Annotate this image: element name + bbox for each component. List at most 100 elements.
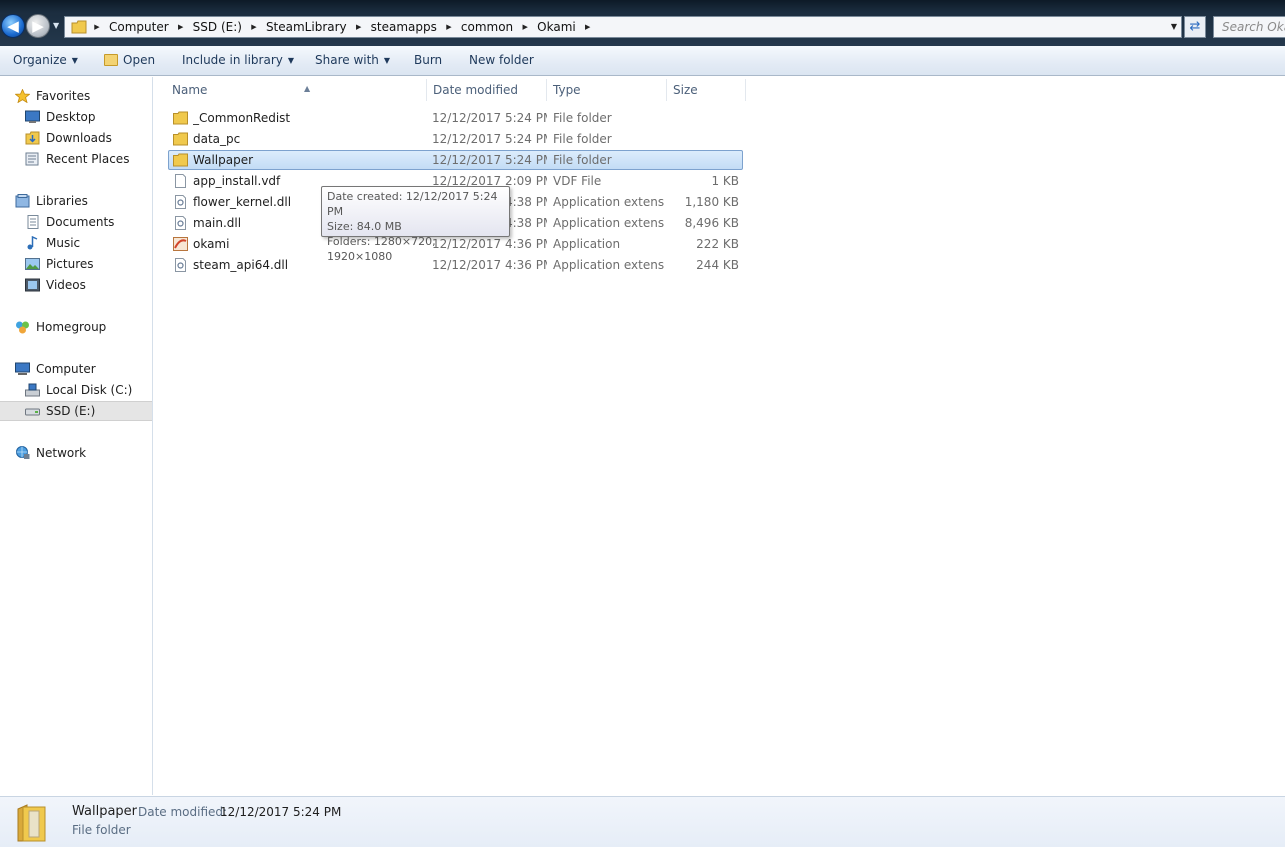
nav-recent-places[interactable]: Recent Places: [0, 149, 152, 169]
folder-icon: [173, 153, 188, 167]
file-date: 12/12/2017 5:24 PM: [432, 111, 547, 125]
chevron-right-icon[interactable]: ▶: [173, 23, 189, 31]
table-row[interactable]: data_pc 12/12/2017 5:24 PM File folder: [169, 129, 743, 149]
file-size: 222 KB: [696, 237, 739, 251]
column-header-type[interactable]: Type: [547, 79, 667, 101]
search-input[interactable]: Search Okami: [1213, 16, 1285, 38]
nav-network[interactable]: Network: [0, 443, 152, 463]
libraries-icon: [15, 194, 30, 208]
tooltip-size: Size: 84.0 MB: [327, 220, 402, 233]
open-button[interactable]: Open: [104, 53, 155, 67]
folder-icon: [71, 20, 87, 34]
nav-computer-label: Computer: [36, 362, 96, 376]
nav-videos-label: Videos: [46, 278, 86, 292]
chevron-right-icon[interactable]: ▶: [351, 23, 367, 31]
nav-music[interactable]: Music: [0, 233, 152, 253]
chevron-right-icon[interactable]: ▶: [580, 23, 596, 31]
file-name: data_pc: [193, 132, 241, 146]
address-dropdown-icon[interactable]: ▼: [1171, 22, 1177, 31]
nav-favorites[interactable]: Favorites: [0, 86, 152, 106]
include-in-library-button[interactable]: Include in library ▼: [182, 53, 294, 67]
burn-button[interactable]: Burn: [414, 53, 442, 67]
details-date-label: Date modified:: [138, 805, 228, 819]
refresh-button[interactable]: ⇄: [1184, 16, 1206, 38]
breadcrumb-steamlibrary[interactable]: SteamLibrary: [262, 20, 351, 34]
nav-homegroup[interactable]: Homegroup: [0, 317, 152, 337]
organize-label: Organize: [13, 53, 67, 67]
nav-local-disk[interactable]: Local Disk (C:): [0, 380, 152, 400]
column-header-size[interactable]: Size: [667, 79, 746, 101]
homegroup-icon: [16, 321, 29, 334]
chevron-right-icon[interactable]: ▶: [89, 23, 105, 31]
nav-libraries-label: Libraries: [36, 194, 88, 208]
chevron-down-icon: ▼: [383, 56, 391, 65]
details-date-value: 12/12/2017 5:24 PM: [220, 805, 342, 819]
app-icon: [173, 237, 188, 251]
table-row[interactable]: _CommonRedist 12/12/2017 5:24 PM File fo…: [169, 108, 743, 128]
open-label: Open: [123, 53, 156, 67]
address-bar-area: ◀ ▶ ▼ ▶ Computer ▶ SSD (E:) ▶ SteamLibra…: [0, 0, 1285, 46]
star-icon: [15, 89, 30, 103]
breadcrumb-ssd[interactable]: SSD (E:): [189, 20, 246, 34]
network-icon: [16, 446, 30, 459]
nav-ssd[interactable]: SSD (E:): [0, 401, 152, 421]
nav-downloads[interactable]: Downloads: [0, 128, 152, 148]
file-type: File folder: [553, 111, 612, 125]
new-folder-button[interactable]: New folder: [469, 53, 534, 67]
details-name: Wallpaper: [72, 804, 138, 819]
chevron-right-icon[interactable]: ▶: [441, 23, 457, 31]
music-icon: [27, 236, 38, 250]
table-row-selected[interactable]: Wallpaper 12/12/2017 5:24 PM File folder: [168, 150, 743, 170]
file-type: File folder: [553, 132, 612, 146]
chevron-down-icon: ▼: [287, 56, 295, 65]
chevron-right-icon[interactable]: ▶: [517, 23, 533, 31]
chevron-down-icon: ▼: [71, 56, 78, 65]
details-type: File folder: [72, 823, 131, 837]
forward-button[interactable]: ▶: [26, 14, 50, 38]
folder-icon: [17, 804, 46, 842]
breadcrumb-computer[interactable]: Computer: [105, 20, 173, 34]
chevron-right-icon[interactable]: ▶: [246, 23, 262, 31]
address-bar[interactable]: ▶ Computer ▶ SSD (E:) ▶ SteamLibrary ▶ s…: [64, 16, 1182, 38]
nav-ssd-label: SSD (E:): [46, 404, 96, 418]
breadcrumb: ▶ Computer ▶ SSD (E:) ▶ SteamLibrary ▶ s…: [89, 17, 596, 37]
nav-downloads-label: Downloads: [46, 131, 112, 145]
details-pane: Wallpaper Date modified: 12/12/2017 5:24…: [0, 796, 1285, 847]
share-label: Share with: [315, 53, 379, 67]
nav-network-label: Network: [36, 446, 87, 460]
dll-icon: [175, 258, 186, 272]
folder-icon: [173, 111, 188, 125]
breadcrumb-common[interactable]: common: [457, 20, 517, 34]
share-with-button[interactable]: Share with ▼: [315, 53, 390, 67]
file-type: VDF File: [553, 174, 602, 188]
nav-computer[interactable]: Computer: [0, 359, 152, 379]
tooltip-date-created: Date created: 12/12/2017 5:24 PM: [327, 190, 498, 218]
pictures-icon: [25, 258, 40, 270]
breadcrumb-okami[interactable]: Okami: [533, 20, 580, 34]
back-button[interactable]: ◀: [1, 14, 25, 38]
recent-pages-dropdown[interactable]: ▼: [53, 20, 62, 32]
nav-favorites-label: Favorites: [36, 89, 91, 103]
drive-icon: [25, 408, 40, 416]
include-label: Include in library: [182, 53, 283, 67]
file-type: Application extens...: [553, 258, 665, 272]
nav-documents[interactable]: Documents: [0, 212, 152, 232]
file-list: Name ▲ Date modified Type Size _CommonRe…: [154, 77, 1285, 795]
desktop-icon: [25, 110, 40, 123]
column-header-name[interactable]: Name ▲: [166, 79, 427, 101]
nav-documents-label: Documents: [46, 215, 115, 229]
organize-button[interactable]: Organize ▼: [13, 53, 78, 67]
breadcrumb-steamapps[interactable]: steamapps: [367, 20, 441, 34]
navigation-pane: Favorites Desktop Downloads Recent Place…: [0, 77, 153, 795]
open-folder-icon: [104, 54, 118, 66]
file-type: Application extens...: [553, 195, 665, 209]
dll-icon: [175, 216, 186, 230]
nav-videos[interactable]: Videos: [0, 275, 152, 295]
column-header-date[interactable]: Date modified: [427, 79, 547, 101]
nav-desktop-label: Desktop: [46, 110, 96, 124]
nav-libraries[interactable]: Libraries: [0, 191, 152, 211]
nav-pictures[interactable]: Pictures: [0, 254, 152, 274]
nav-desktop[interactable]: Desktop: [0, 107, 152, 127]
file-size: 8,496 KB: [684, 216, 739, 230]
file-size: 1,180 KB: [684, 195, 739, 209]
